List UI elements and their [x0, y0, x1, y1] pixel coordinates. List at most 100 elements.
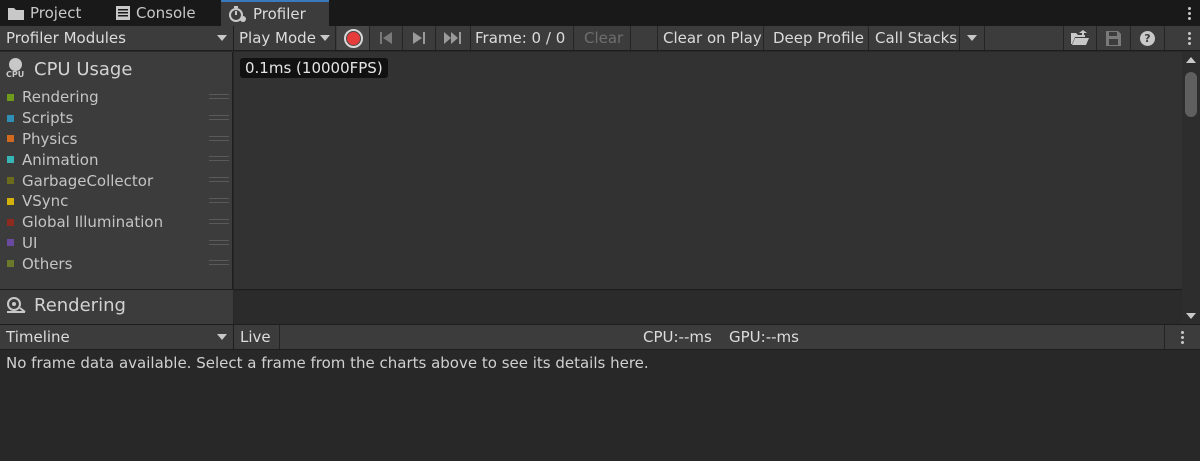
chevron-down-icon	[320, 35, 330, 41]
call-stacks-dropdown[interactable]	[960, 26, 985, 50]
step-back-icon	[380, 32, 392, 44]
live-toggle[interactable]: Live	[235, 325, 280, 349]
fast-forward-icon	[444, 32, 461, 44]
gpu-time-label: GPU:--ms	[729, 328, 799, 346]
rendering-chart[interactable]	[234, 291, 1182, 324]
tab-project[interactable]: Project	[0, 0, 100, 26]
save-icon	[1106, 30, 1121, 46]
rendering-title-label: Rendering	[34, 295, 126, 316]
open-folder-icon	[1071, 30, 1089, 45]
deep-profile-toggle[interactable]: Deep Profile	[768, 26, 869, 50]
cpu-usage-title: CPU CPU Usage	[6, 58, 132, 80]
drag-handle-icon[interactable]	[209, 94, 229, 99]
legend-swatch	[7, 218, 14, 226]
drag-handle-icon[interactable]	[209, 197, 229, 203]
next-frame-button[interactable]	[403, 26, 436, 50]
rendering-module[interactable]: Rendering	[0, 290, 233, 324]
profiler-modules-label: Profiler Modules	[6, 29, 126, 47]
help-button[interactable]: ?	[1131, 26, 1165, 50]
scroll-down-icon[interactable]	[1186, 313, 1196, 319]
legend-item-garbage-collector[interactable]: GarbageCollector	[7, 170, 229, 191]
no-frame-data-message: No frame data available. Select a frame …	[6, 354, 649, 372]
deep-profile-label: Deep Profile	[773, 29, 864, 47]
legend-swatch	[7, 197, 14, 205]
cpu-legend: Rendering Scripts Physics Animation Garb…	[7, 87, 229, 274]
gpu-time-readout: GPU:--ms	[729, 325, 799, 349]
play-mode-dropdown[interactable]: Play Mode	[234, 26, 336, 50]
drag-handle-icon[interactable]	[209, 135, 229, 141]
details-menu-icon	[1176, 325, 1190, 349]
legend-label: Others	[22, 254, 73, 273]
drag-handle-icon[interactable]	[209, 156, 229, 162]
cpu-time-label: CPU:--ms	[643, 328, 712, 346]
legend-swatch	[7, 177, 14, 185]
legend-label: Physics	[22, 129, 78, 148]
record-button[interactable]	[337, 26, 370, 50]
cpu-usage-module[interactable]: CPU CPU Usage Rendering Scripts Physics …	[0, 52, 233, 290]
chevron-down-icon	[217, 334, 227, 340]
details-menu-button[interactable]	[1164, 325, 1200, 349]
last-frame-button[interactable]	[436, 26, 471, 50]
legend-item-global-illumination[interactable]: Global Illumination	[7, 212, 229, 233]
charts-scrollbar[interactable]	[1182, 52, 1200, 324]
cpu-usage-title-label: CPU Usage	[34, 58, 133, 80]
help-icon: ?	[1140, 30, 1155, 46]
window-menu-icon[interactable]	[1182, 0, 1196, 26]
legend-item-ui[interactable]: UI	[7, 233, 229, 254]
legend-label: UI	[22, 233, 38, 252]
details-view-label: Timeline	[6, 328, 70, 346]
call-stacks-toggle[interactable]: Call Stacks	[870, 26, 960, 50]
clear-on-play-toggle[interactable]: Clear on Play	[657, 26, 764, 50]
drag-handle-icon[interactable]	[209, 177, 229, 183]
toolbar-menu-icon[interactable]	[1182, 26, 1196, 50]
drag-handle-icon[interactable]	[209, 218, 229, 224]
scroll-up-icon[interactable]	[1186, 57, 1196, 63]
rendering-title: Rendering	[6, 295, 126, 316]
legend-item-scripts[interactable]: Scripts	[7, 108, 229, 129]
clear-on-play-label: Clear on Play	[663, 29, 762, 47]
scrollbar-thumb[interactable]	[1185, 72, 1197, 117]
tab-console[interactable]: Console	[108, 0, 218, 26]
tab-console-label: Console	[136, 4, 196, 22]
previous-frame-button[interactable]	[370, 26, 403, 50]
legend-item-others[interactable]: Others	[7, 253, 229, 274]
legend-swatch	[7, 239, 14, 247]
tab-project-label: Project	[30, 4, 82, 22]
tab-profiler-label: Profiler	[253, 5, 306, 23]
frame-time-label: 0.1ms (10000FPS)	[240, 58, 388, 78]
details-view-dropdown[interactable]: Timeline	[0, 325, 234, 349]
call-stacks-label: Call Stacks	[875, 29, 958, 47]
cpu-icon-caption: CPU	[6, 70, 25, 79]
legend-label: GarbageCollector	[22, 171, 154, 190]
legend-item-vsync[interactable]: VSync	[7, 191, 229, 212]
legend-swatch	[7, 135, 14, 143]
step-forward-icon	[413, 32, 425, 44]
profiler-modules-panel: CPU CPU Usage Rendering Scripts Physics …	[0, 52, 233, 324]
legend-item-rendering[interactable]: Rendering	[7, 87, 229, 108]
frame-counter-label: Frame: 0 / 0	[475, 29, 566, 47]
tab-profiler[interactable]: Profiler	[221, 0, 329, 26]
profiler-modules-dropdown[interactable]: Profiler Modules	[0, 26, 234, 50]
cpu-icon: CPU	[6, 58, 26, 80]
legend-label: Animation	[22, 150, 99, 169]
drag-handle-icon[interactable]	[209, 239, 229, 245]
cpu-usage-chart[interactable]: 0.1ms (10000FPS)	[234, 52, 1182, 290]
chevron-down-icon	[967, 35, 977, 41]
legend-item-animation[interactable]: Animation	[7, 149, 229, 170]
legend-label: Global Illumination	[22, 213, 164, 232]
cpu-time-readout: CPU:--ms	[643, 325, 712, 349]
save-profile-button[interactable]	[1097, 26, 1131, 50]
legend-swatch	[7, 93, 14, 101]
window-tab-bar: Project Console Profiler	[0, 0, 1200, 26]
record-icon	[343, 28, 363, 48]
details-panel: No frame data available. Select a frame …	[0, 350, 1200, 461]
drag-handle-icon[interactable]	[209, 114, 229, 120]
legend-label: Rendering	[22, 88, 99, 107]
drag-handle-icon[interactable]	[209, 260, 229, 266]
frame-counter: Frame: 0 / 0	[471, 26, 574, 50]
legend-swatch	[7, 114, 14, 122]
load-profile-button[interactable]	[1063, 26, 1097, 50]
live-label: Live	[240, 328, 271, 346]
legend-item-physics[interactable]: Physics	[7, 129, 229, 150]
clear-button[interactable]: Clear	[576, 26, 631, 50]
